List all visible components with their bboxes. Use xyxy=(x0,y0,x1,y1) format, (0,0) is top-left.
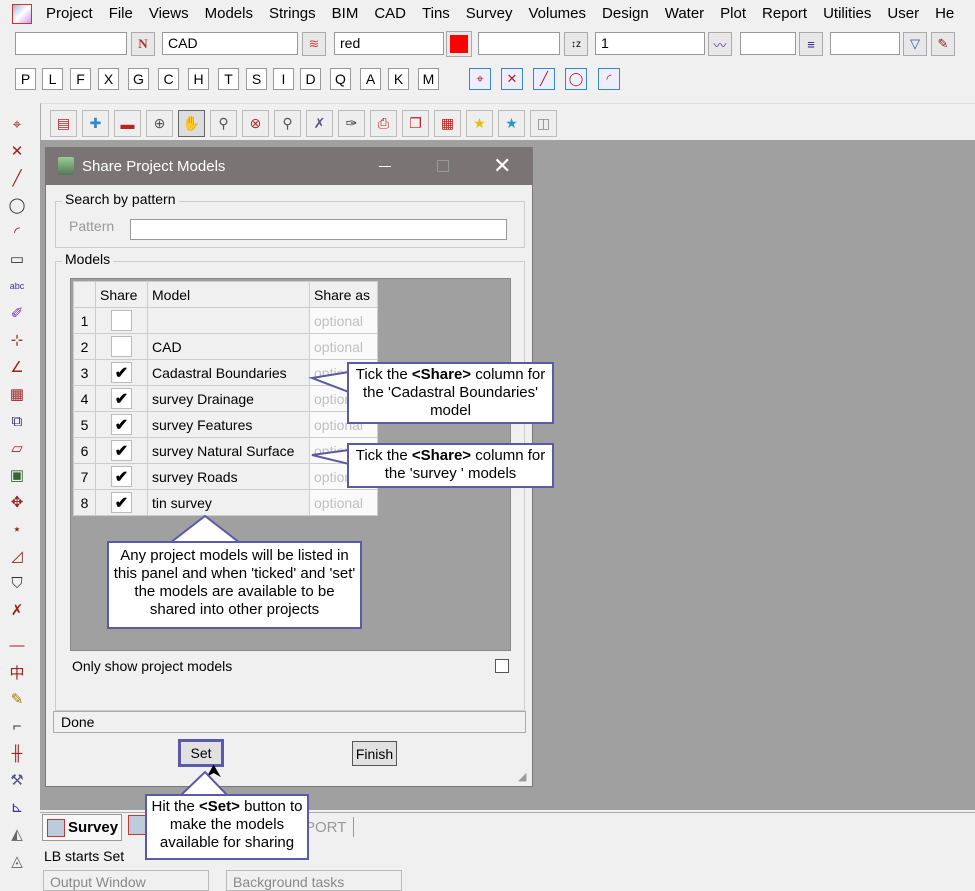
tab-divider xyxy=(353,817,354,837)
callout-2-pointer xyxy=(311,448,350,466)
callout-1-pointer xyxy=(308,370,350,394)
output-window-panel[interactable]: Output Window xyxy=(43,870,209,891)
callout-share-survey: Tick the <Share> column for the 'survey … xyxy=(347,443,554,488)
callout-3-pointer xyxy=(167,514,243,544)
status-line: LB starts Set xyxy=(44,848,125,864)
callout-set-button: Hit the <Set> button to make the models … xyxy=(145,794,309,860)
callout-share-cadastral: Tick the <Share> column for the 'Cadastr… xyxy=(347,362,554,424)
tab-survey-icon xyxy=(47,819,65,838)
callout-models-panel: Any project models will be listed in thi… xyxy=(107,541,362,629)
callout-4-pointer xyxy=(177,770,231,797)
tab-report[interactable]: PORT xyxy=(305,819,346,836)
tab-survey[interactable]: Survey xyxy=(42,814,122,841)
background-tasks-panel[interactable]: Background tasks xyxy=(226,870,402,891)
